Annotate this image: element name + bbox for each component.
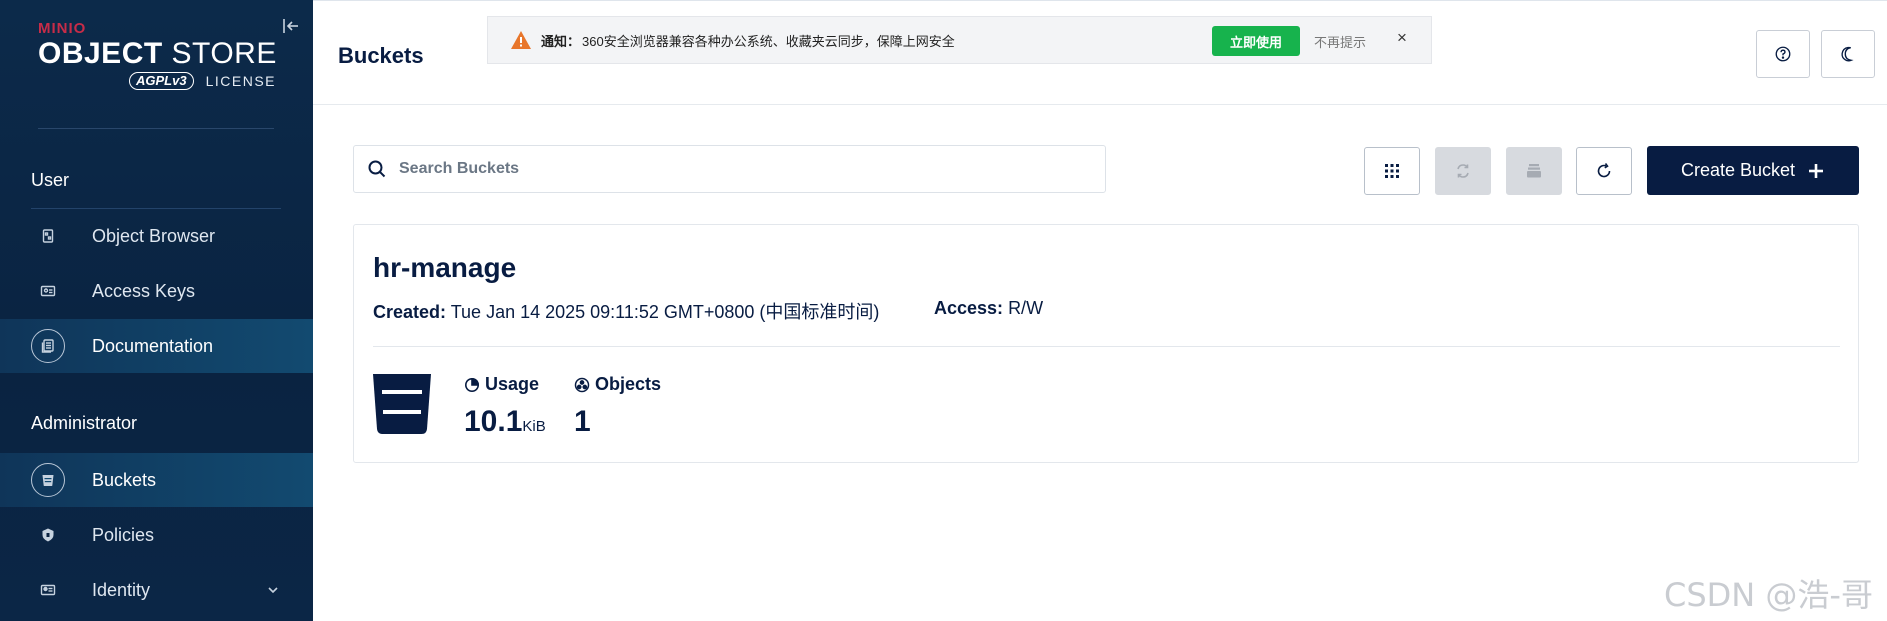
policies-icon	[31, 518, 65, 552]
bucket-name[interactable]: hr-manage	[373, 252, 516, 284]
object-browser-icon	[31, 219, 65, 253]
divider	[373, 346, 1840, 347]
created-value: Tue Jan 14 2025 09:11:52 GMT+0800 (中国标准时…	[450, 302, 880, 322]
objects-value: 1	[574, 405, 591, 438]
sidebar-item-access-keys[interactable]: Access Keys	[0, 264, 313, 318]
objects-label: Objects	[595, 374, 662, 394]
chevron-down-icon[interactable]	[263, 580, 283, 600]
help-button[interactable]	[1756, 30, 1810, 78]
page-header: Buckets 通知： 360安全浏览器兼容各种办公系统、收藏夹云同步，保障上网…	[313, 0, 1887, 105]
plus-icon	[1809, 163, 1824, 178]
objects-stat: Objects 1	[574, 374, 661, 439]
access-value: R/W	[1008, 298, 1044, 318]
identity-icon	[31, 573, 65, 607]
theme-toggle-button[interactable]	[1821, 30, 1875, 78]
section-user: User	[31, 170, 70, 190]
minio-logo: MINIO OBJECT STORE AGPLv3 LICENSE	[38, 20, 278, 90]
bucket-access: Access: R/W	[934, 298, 1043, 319]
create-bucket-button[interactable]: Create Bucket	[1647, 146, 1859, 195]
created-label: Created:	[373, 302, 447, 322]
sidebar-item-identity[interactable]: Identity	[0, 563, 313, 617]
search-input[interactable]	[399, 160, 1105, 178]
sidebar-item-policies[interactable]: Policies	[0, 508, 313, 562]
help-icon	[1775, 46, 1791, 62]
sidebar-item-label: Object Browser	[92, 225, 216, 246]
bucket-icon	[373, 374, 431, 434]
objects-heading: Objects	[574, 374, 661, 395]
documentation-icon	[31, 329, 65, 363]
page-title: Buckets	[338, 43, 424, 68]
grid-icon	[1385, 164, 1399, 178]
replication-icon	[1457, 164, 1469, 178]
sidebar-item-buckets[interactable]: Buckets	[0, 453, 313, 507]
search-icon	[368, 160, 386, 178]
bucket-card[interactable]: hr-manage Created: Tue Jan 14 2025 09:11…	[353, 224, 1859, 463]
notice-action-button[interactable]: 立即使用	[1212, 26, 1300, 56]
divider	[38, 128, 274, 129]
usage-value: 10.1KiB	[464, 405, 546, 438]
sidebar-item-object-browser[interactable]: Object Browser	[0, 209, 313, 263]
refresh-button[interactable]	[1576, 147, 1632, 195]
watermark: CSDN @浩-哥	[1664, 576, 1873, 614]
replication-button[interactable]	[1435, 147, 1491, 195]
sidebar-item-label: Access Keys	[92, 280, 196, 301]
refresh-icon	[1597, 163, 1611, 178]
sidebar: MINIO OBJECT STORE AGPLv3 LICENSE User O…	[0, 0, 313, 621]
create-bucket-label: Create Bucket	[1680, 160, 1796, 180]
usage-stat: Usage 10.1KiB	[464, 374, 546, 439]
bucket-created: Created: Tue Jan 14 2025 09:11:52 GMT+08…	[373, 298, 879, 324]
grid-view-button[interactable]	[1364, 147, 1420, 195]
license-label: LICENSE	[205, 73, 276, 89]
collapse-sidebar-icon[interactable]	[281, 16, 301, 36]
access-label: Access:	[934, 298, 1004, 318]
bucket-icon	[31, 463, 65, 497]
logo-brand: MINIO	[38, 20, 87, 37]
logo-license: AGPLv3 LICENSE	[38, 72, 276, 90]
objects-icon	[574, 377, 590, 392]
warning-icon	[511, 31, 531, 49]
usage-heading: Usage	[464, 374, 546, 395]
close-icon[interactable]: ×	[1397, 28, 1407, 48]
usage-unit: KiB	[522, 418, 546, 435]
notice-dismiss-link[interactable]: 不再提示	[1314, 32, 1366, 51]
sidebar-item-label: Documentation	[92, 335, 214, 356]
section-administrator: Administrator	[31, 413, 138, 433]
agpl-badge: AGPLv3	[129, 72, 194, 90]
lifecycle-button[interactable]	[1506, 147, 1562, 195]
sidebar-item-label: Buckets	[92, 469, 157, 490]
pie-chart-icon	[465, 377, 480, 392]
logo-title: OBJECT STORE	[38, 37, 277, 70]
moon-icon	[1841, 46, 1854, 62]
notice-label: 通知：	[541, 33, 581, 49]
lifecycle-icon	[1527, 164, 1541, 178]
browser-notice-bar: 通知： 360安全浏览器兼容各种办公系统、收藏夹云同步，保障上网安全 立即使用 …	[487, 16, 1432, 64]
sidebar-item-documentation[interactable]: Documentation	[0, 319, 313, 373]
access-keys-icon	[31, 274, 65, 308]
sidebar-item-label: Identity	[92, 579, 151, 600]
usage-label: Usage	[485, 374, 540, 394]
sidebar-item-label: Policies	[92, 524, 155, 545]
search-bar	[353, 145, 1106, 193]
notice-text: 360安全浏览器兼容各种办公系统、收藏夹云同步，保障上网安全	[582, 33, 955, 49]
